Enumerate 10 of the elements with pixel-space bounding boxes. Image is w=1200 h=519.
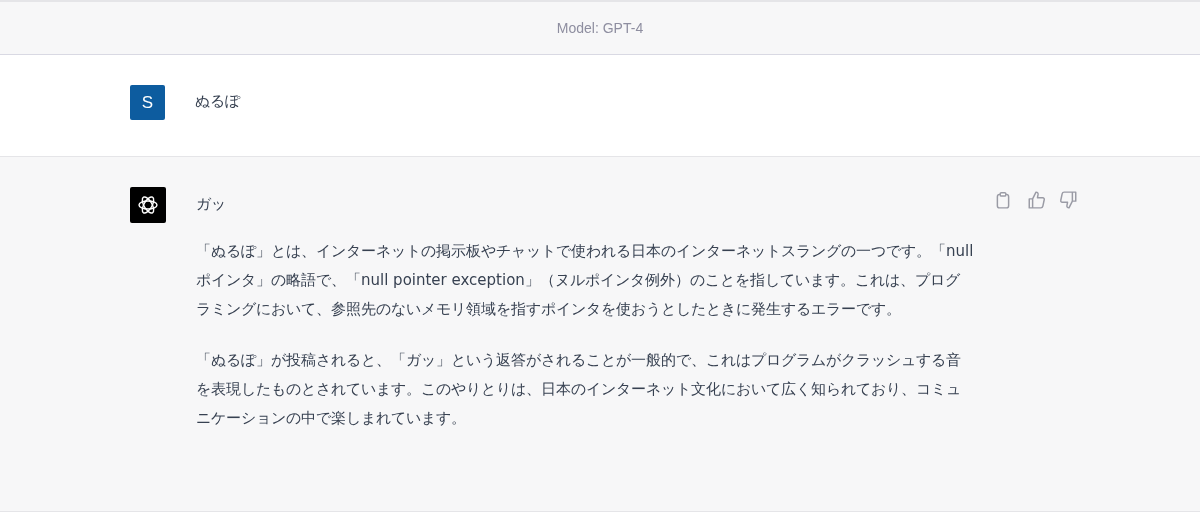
thumbs-down-icon[interactable]: [1060, 191, 1078, 209]
model-label: Model: GPT-4: [556, 20, 644, 36]
thumbs-up-icon[interactable]: [1027, 191, 1045, 209]
message-text: ぬるぽ: [195, 91, 242, 112]
user-avatar: S: [130, 85, 165, 120]
knot-logo-icon: [136, 193, 160, 217]
message-text: ガッ: [196, 194, 227, 215]
clipboard-icon[interactable]: [994, 191, 1012, 209]
message-text: 「ぬるぽ」とは、インターネットの掲示板やチャットで使われる日本のインターネットスラングの一つです。「null ポインタ」の略語で、「null pointer exception」（ヌルポインタ例外）のことを指しています。これは、プログラミングにおいて、参照先のないメモリ領域を指すポインタを使おうとしたときに発生するエラーです。: [196, 241, 974, 320]
message-text: 「ぬるぽ」が投稿されると、「ガッ」という返答がされることが一般的で、これはプログラムがクラッシュする音を表現したものとされています。このやりとりは、日本のインターネット文化において広く知られており、コミュニケーションの中で楽しまれています。: [196, 350, 962, 429]
